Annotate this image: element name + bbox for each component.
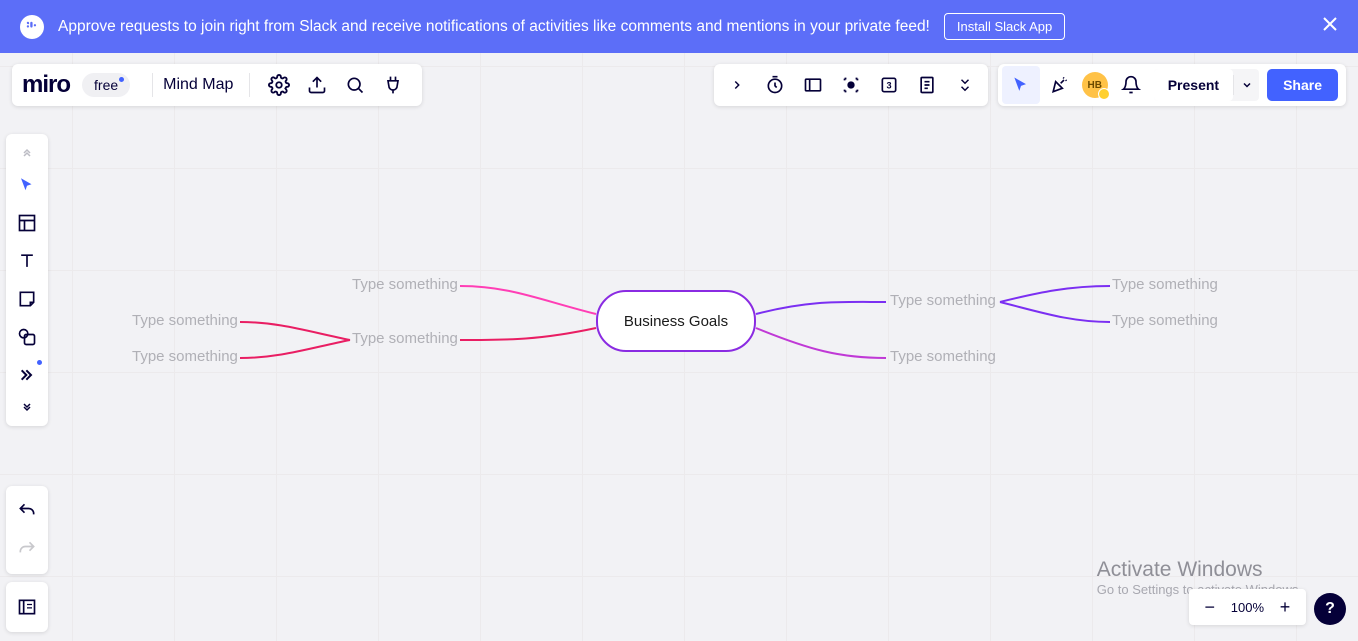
mindmap-node[interactable]: Type something	[352, 330, 458, 347]
install-slack-button[interactable]: Install Slack App	[944, 13, 1065, 40]
shapes-tool[interactable]	[9, 319, 45, 355]
search-button[interactable]	[336, 66, 374, 104]
svg-text:3: 3	[886, 80, 891, 90]
mindmap-center-node[interactable]: Business Goals	[596, 290, 756, 352]
user-avatar[interactable]: HB	[1078, 66, 1112, 104]
collapse-toolbar-button[interactable]	[718, 66, 756, 104]
board-name[interactable]: Mind Map	[163, 76, 233, 94]
right-toolbar: HB Present Share	[998, 64, 1346, 106]
attention-button[interactable]	[832, 66, 870, 104]
zoom-controls: − 100% +	[1189, 589, 1306, 625]
divider	[249, 73, 250, 97]
plan-badge[interactable]: free	[82, 73, 130, 97]
present-dropdown-button[interactable]	[1233, 75, 1259, 95]
mindmap-node[interactable]: Type something	[1112, 312, 1218, 329]
mindmap-node[interactable]: Type something	[132, 312, 238, 329]
watermark-title: Activate Windows	[1097, 558, 1302, 582]
sticky-note-tool[interactable]	[9, 281, 45, 317]
undo-redo-panel	[6, 486, 48, 574]
mindmap-node[interactable]: Type something	[352, 276, 458, 293]
frames-panel-button[interactable]	[9, 589, 45, 625]
more-apps-button[interactable]	[946, 66, 984, 104]
voting-button[interactable]: 3	[870, 66, 908, 104]
present-button[interactable]: Present	[1154, 69, 1233, 101]
bottom-panel	[6, 582, 48, 632]
slack-banner: Approve requests to join right from Slac…	[0, 0, 1358, 53]
slack-icon	[20, 15, 44, 39]
zoom-out-button[interactable]: −	[1195, 592, 1225, 622]
notifications-button[interactable]	[1112, 66, 1150, 104]
plug-button[interactable]	[374, 66, 412, 104]
divider	[152, 73, 153, 97]
select-tool[interactable]	[9, 167, 45, 203]
header-left-group: miro free Mind Map	[12, 64, 422, 106]
zoom-level[interactable]: 100%	[1225, 600, 1270, 615]
settings-button[interactable]	[260, 66, 298, 104]
close-banner-button[interactable]	[1322, 15, 1338, 38]
undo-button[interactable]	[9, 493, 45, 529]
mindmap-node[interactable]: Type something	[1112, 276, 1218, 293]
reactions-button[interactable]	[1040, 66, 1078, 104]
present-group: Present	[1154, 69, 1259, 101]
miro-logo[interactable]: miro	[22, 71, 70, 99]
expand-tools-button[interactable]	[9, 395, 45, 419]
left-toolbar	[6, 134, 48, 426]
cursor-toggle-button[interactable]	[1002, 66, 1040, 104]
collapse-toolbar-button[interactable]	[9, 141, 45, 165]
mindmap-node[interactable]: Type something	[890, 348, 996, 365]
templates-tool[interactable]	[9, 205, 45, 241]
mindmap-node[interactable]: Type something	[132, 348, 238, 365]
help-button[interactable]: ?	[1314, 593, 1346, 625]
header-row: miro free Mind Map	[12, 64, 1346, 106]
timer-button[interactable]	[756, 66, 794, 104]
header-right-group: 3 HB Present	[714, 64, 1346, 106]
mindmap-node[interactable]: Type something	[890, 292, 996, 309]
text-tool[interactable]	[9, 243, 45, 279]
zoom-in-button[interactable]: +	[1270, 592, 1300, 622]
share-button[interactable]: Share	[1267, 69, 1338, 101]
banner-text: Approve requests to join right from Slac…	[58, 18, 930, 36]
more-tools-button[interactable]	[9, 357, 45, 393]
export-button[interactable]	[298, 66, 336, 104]
center-toolbar: 3	[714, 64, 988, 106]
hide-frames-button[interactable]	[794, 66, 832, 104]
redo-button[interactable]	[9, 531, 45, 567]
notes-button[interactable]	[908, 66, 946, 104]
